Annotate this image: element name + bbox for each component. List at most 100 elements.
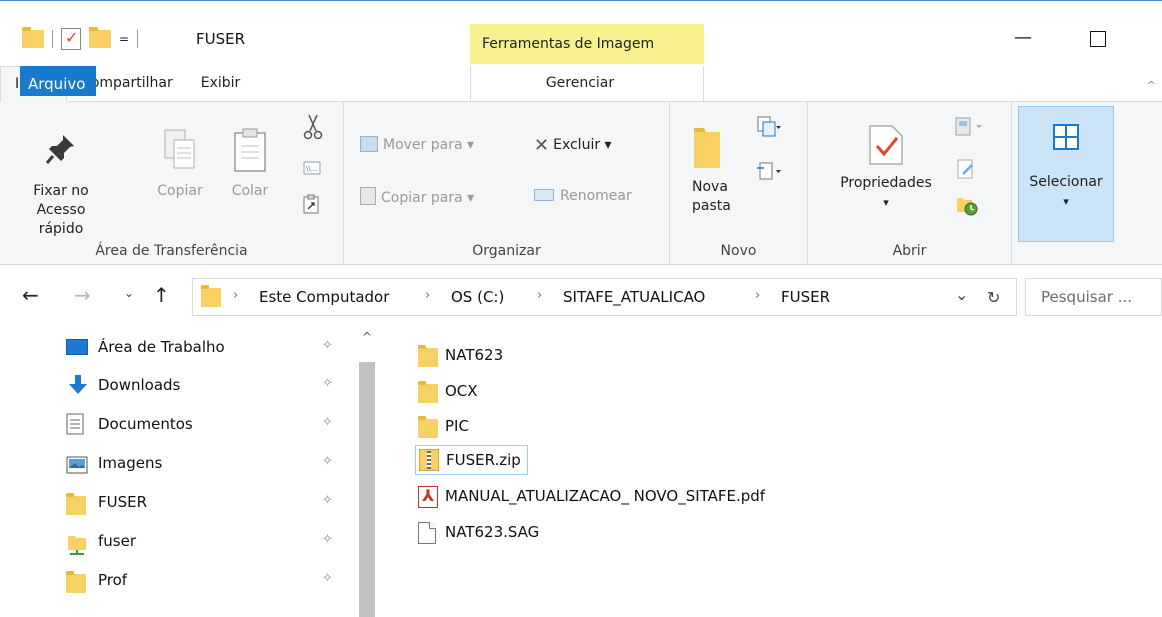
copy-path-icon: \\...: [303, 161, 321, 175]
copy-path-button[interactable]: \\...: [302, 160, 322, 182]
pictures-icon: [66, 456, 88, 478]
file-name: NAT623.SAG: [445, 523, 540, 541]
copy-button[interactable]: Copiar: [152, 128, 208, 201]
file-name: MANUAL_ATUALIZACAO_ NOVO_SITAFE.pdf: [445, 487, 766, 505]
open-icon: [955, 117, 982, 136]
address-bar[interactable]: › Este Computador › OS (C:) › SITAFE_ATU…: [192, 278, 1017, 316]
network-folder-icon: [66, 532, 88, 560]
properties-label: Propriedades: [840, 175, 932, 191]
cut-button[interactable]: [300, 114, 326, 146]
move-to-label: Mover para ▾: [383, 137, 475, 153]
breadcrumb-separator: ›: [537, 288, 543, 303]
tab-manage[interactable]: Gerenciar: [470, 66, 704, 102]
customize-toolbar-dropdown[interactable]: =: [119, 32, 129, 46]
ribbon-expand-icon[interactable]: ^: [1147, 79, 1156, 92]
edit-button[interactable]: [956, 158, 976, 186]
paste-shortcut-button[interactable]: [301, 194, 321, 220]
new-item-icon: [757, 116, 781, 137]
organize-group-label: Organizar: [472, 243, 541, 259]
new-group-label: Novo: [720, 243, 757, 259]
select-button[interactable]: Selecionar ▾: [1018, 106, 1114, 242]
rename-button[interactable]: Renomear: [534, 187, 632, 206]
breadcrumb-separator: ›: [425, 288, 431, 303]
search-input[interactable]: [1041, 288, 1161, 306]
search-box: [1025, 278, 1162, 316]
desktop-icon: [66, 339, 88, 355]
new-folder-button[interactable]: Nova pasta: [692, 124, 732, 216]
delete-button[interactable]: ✕ Excluir ▾: [534, 136, 612, 155]
nav-item-fuser[interactable]: FUSER ✧: [48, 485, 358, 523]
scroll-up-icon[interactable]: ^: [362, 330, 372, 344]
file-item-fuser-zip[interactable]: FUSER.zip: [415, 445, 528, 475]
folder-icon: [201, 285, 221, 307]
scrollbar-thumb[interactable]: [359, 362, 375, 617]
file-name: NAT623: [445, 346, 504, 364]
pin-icon: ✧: [322, 571, 333, 586]
file-item-pic[interactable]: PIC: [415, 412, 469, 442]
open-dropdown-button[interactable]: [954, 116, 984, 144]
paste-button[interactable]: Colar: [224, 128, 276, 201]
ribbon: Fixar no Acesso rápido Copiar Colar \\..…: [0, 102, 1162, 265]
history-button[interactable]: [956, 194, 980, 222]
maximize-button[interactable]: [1090, 31, 1106, 47]
file-item-nat623-sag[interactable]: NAT623.SAG: [415, 518, 539, 548]
rename-label: Renomear: [560, 188, 632, 204]
pin-icon: ✧: [322, 532, 333, 547]
nav-item-pictures[interactable]: Imagens ✧: [48, 446, 358, 484]
nav-item-prof[interactable]: Prof ✧: [48, 563, 358, 601]
paste-label: Colar: [231, 183, 269, 199]
pin-quick-access-button[interactable]: Fixar no Acesso rápido: [16, 132, 106, 239]
file-item-nat623-folder[interactable]: NAT623: [415, 341, 503, 371]
navpane-scrollbar[interactable]: ^: [356, 330, 375, 617]
copy-label: Copiar: [157, 183, 203, 199]
new-item-button[interactable]: [756, 116, 782, 144]
svg-text:\\...: \\...: [306, 165, 317, 173]
documents-icon: [66, 413, 84, 439]
easy-access-button[interactable]: [756, 160, 782, 188]
nav-item-downloads[interactable]: Downloads ✧: [48, 368, 358, 406]
breadcrumb-fuser[interactable]: FUSER: [781, 288, 830, 306]
easy-access-icon: [757, 162, 781, 180]
pin-label-line2: Acesso rápido: [36, 202, 86, 237]
copy-to-button[interactable]: Copiar para ▾: [360, 187, 474, 208]
nav-item-documents[interactable]: Documentos ✧: [48, 407, 358, 445]
move-to-icon: [360, 136, 378, 152]
address-history-dropdown[interactable]: ⌄: [955, 285, 968, 304]
rename-icon: [534, 189, 554, 201]
breadcrumb-os-c[interactable]: OS (C:): [451, 288, 504, 306]
select-caret: ▾: [1063, 195, 1069, 208]
nav-item-label: Documentos: [98, 415, 193, 433]
new-folder-icon: [694, 128, 720, 168]
file-name: PIC: [445, 417, 469, 435]
open-group-label: Abrir: [892, 243, 927, 259]
nav-item-fuser-network[interactable]: fuser ✧: [48, 524, 358, 562]
tab-file[interactable]: Arquivo: [20, 66, 97, 96]
file-item-ocx[interactable]: OCX: [415, 377, 478, 407]
edit-icon: [957, 159, 973, 179]
folder-icon: [418, 345, 438, 367]
back-button[interactable]: ←: [22, 283, 39, 307]
properties-button[interactable]: Propriedades ▾: [822, 124, 950, 212]
breadcrumb-sitafe[interactable]: SITAFE_ATUALICAO: [563, 288, 705, 306]
breadcrumb-this-pc[interactable]: Este Computador: [259, 288, 389, 306]
breadcrumb-separator: ›: [755, 288, 761, 303]
pin-icon: ✧: [322, 493, 333, 508]
properties-icon[interactable]: [61, 28, 81, 50]
clipboard-group-label: Área de Transferência: [95, 243, 248, 259]
up-button[interactable]: ↑: [153, 283, 170, 307]
nav-item-desktop[interactable]: Área de Trabalho ✧: [48, 330, 358, 368]
move-to-button[interactable]: Mover para ▾: [360, 136, 474, 155]
zip-archive-icon: [419, 449, 439, 471]
copy-to-label: Copiar para ▾: [381, 190, 475, 206]
refresh-icon[interactable]: ↻: [987, 288, 1000, 307]
paste-icon: [234, 128, 266, 172]
tab-view[interactable]: Exibir: [187, 66, 255, 101]
new-folder-icon[interactable]: [89, 27, 111, 48]
recent-locations-dropdown[interactable]: ⌄: [124, 286, 134, 300]
minimize-button[interactable]: —: [1014, 27, 1032, 48]
context-tools-header: Ferramentas de Imagem: [470, 24, 704, 64]
delete-label: Excluir ▾: [553, 137, 612, 153]
file-item-manual-pdf[interactable]: MANUAL_ATUALIZACAO_ NOVO_SITAFE.pdf: [415, 482, 765, 512]
folder-icon: [418, 416, 438, 438]
forward-button[interactable]: →: [74, 283, 91, 307]
